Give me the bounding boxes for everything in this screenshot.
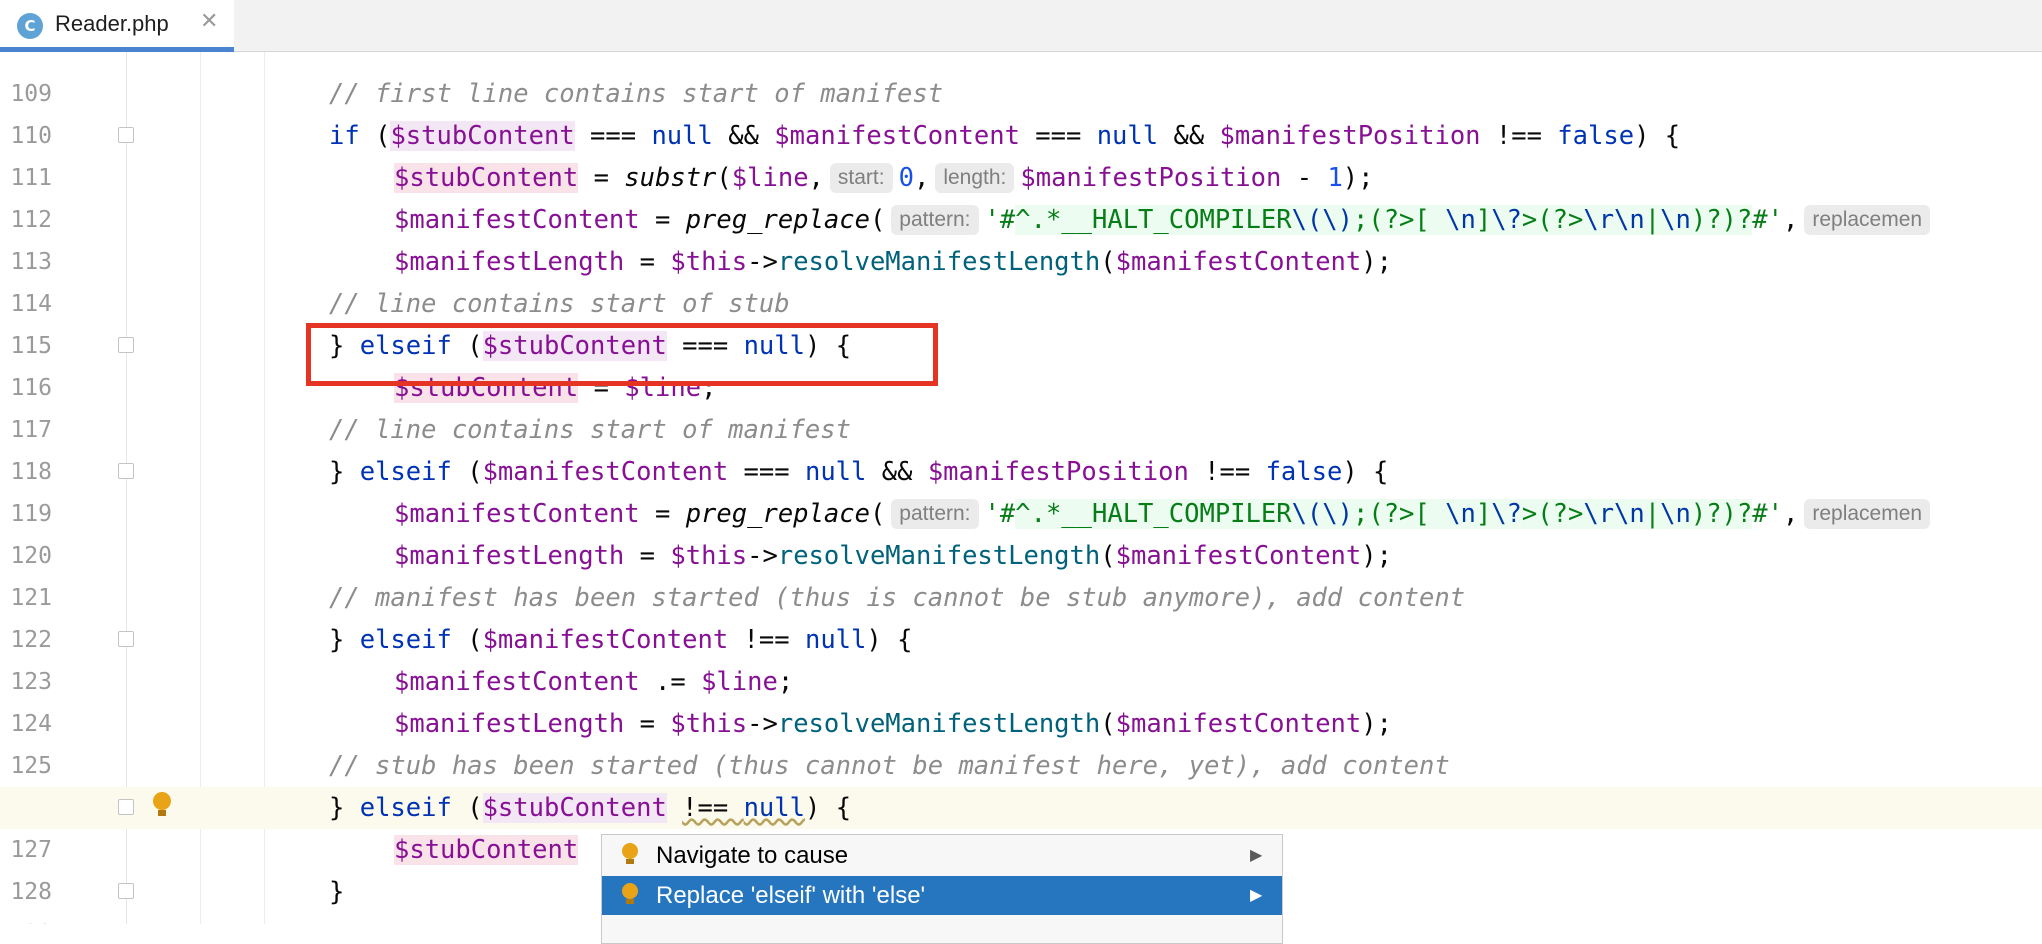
code-line[interactable]: 121 $manifestLength = $this->resolveMani… — [0, 535, 2042, 611]
menu-item-navigate-to-cause[interactable]: Navigate to cause ▶ — [602, 836, 1282, 875]
code-line-current[interactable]: 127 } elseif ($stubContent !== null) { — [0, 787, 2042, 863]
fold-marker-icon[interactable] — [118, 799, 134, 815]
code-line[interactable]: 124 $manifestContent .= $line; — [0, 661, 2042, 737]
code-line[interactable]: 114 $manifestLength = $this->resolveMani… — [0, 241, 2042, 317]
code-line[interactable]: 112 $stubContent = substr($line, start: 0,… — [0, 157, 2042, 233]
fold-marker-icon[interactable] — [118, 463, 134, 479]
code-line[interactable]: 115 // line contains start of stub — [0, 283, 2042, 359]
code-line[interactable]: 122 // manifest has been started (thus i… — [0, 577, 2042, 653]
lightbulb-icon — [622, 883, 638, 905]
code-comment: // stub has been started (thus cannot be… — [329, 751, 1450, 781]
intention-actions-popup[interactable]: Navigate to cause ▶ Replace 'elseif' wit… — [601, 834, 1283, 944]
submenu-arrow-icon: ▶ — [1250, 847, 1263, 864]
code-editor[interactable]: 109 110 // first line contains start of … — [0, 52, 2042, 924]
fold-marker-icon[interactable] — [118, 337, 134, 353]
code-line[interactable]: 126 // stub has been started (thus canno… — [0, 745, 2042, 821]
code-line[interactable]: 117 $stubContent = $line; — [0, 367, 2042, 443]
code-line[interactable]: 111 if ($stubContent === null && $manife… — [0, 115, 2042, 191]
editor-tab-bar: C Reader.php ✕ — [0, 0, 2042, 52]
param-hint: replacemen — [1804, 499, 1931, 529]
code-line[interactable]: 119 } elseif ($manifestContent === null … — [0, 451, 2042, 527]
menu-item-replace-elseif-with-else[interactable]: Replace 'elseif' with 'else' ▶ — [602, 876, 1282, 915]
param-hint: length: — [935, 163, 1015, 193]
lightbulb-icon[interactable] — [153, 792, 171, 816]
code-line[interactable]: 125 $manifestLength = $this->resolveMani… — [0, 703, 2042, 779]
fold-marker-icon[interactable] — [118, 631, 134, 647]
tab-reader-php[interactable]: C Reader.php ✕ — [0, 0, 234, 52]
code-line[interactable]: 110 // first line contains start of mani… — [0, 73, 2042, 149]
param-hint: replacemen — [1804, 205, 1931, 235]
code-line[interactable]: 118 // line contains start of manifest — [0, 409, 2042, 485]
code-comment: // manifest has been started (thus is ca… — [329, 583, 1466, 613]
line-number: 129 — [0, 913, 52, 924]
code-comment: // first line contains start of manifest — [329, 79, 944, 109]
fold-end-marker-icon[interactable] — [118, 883, 134, 899]
menu-item-label: Navigate to cause — [656, 842, 849, 869]
param-hint: pattern: — [891, 499, 979, 529]
close-tab-icon[interactable]: ✕ — [200, 9, 218, 34]
param-hint: pattern: — [891, 205, 979, 235]
fold-marker-icon[interactable] — [118, 127, 134, 143]
code-line[interactable]: 123 } elseif ($manifestContent !== null)… — [0, 619, 2042, 695]
lightbulb-icon — [622, 843, 638, 865]
code-comment: // line contains start of stub — [329, 289, 790, 319]
code-line[interactable]: 109 — [0, 52, 2042, 107]
tab-title: Reader.php — [55, 11, 169, 36]
code-line[interactable]: 113 $manifestContent = preg_replace(patt… — [0, 199, 2042, 275]
code-line[interactable]: 116 } elseif ($stubContent === null) { — [0, 325, 2042, 401]
php-class-icon: C — [17, 13, 43, 39]
submenu-arrow-icon: ▶ — [1250, 887, 1263, 904]
code-line[interactable]: 120 $manifestContent = preg_replace(patt… — [0, 493, 2042, 569]
code-comment: // line contains start of manifest — [329, 415, 851, 445]
menu-item-label: Replace 'elseif' with 'else' — [656, 882, 926, 909]
param-hint: start: — [829, 163, 893, 193]
